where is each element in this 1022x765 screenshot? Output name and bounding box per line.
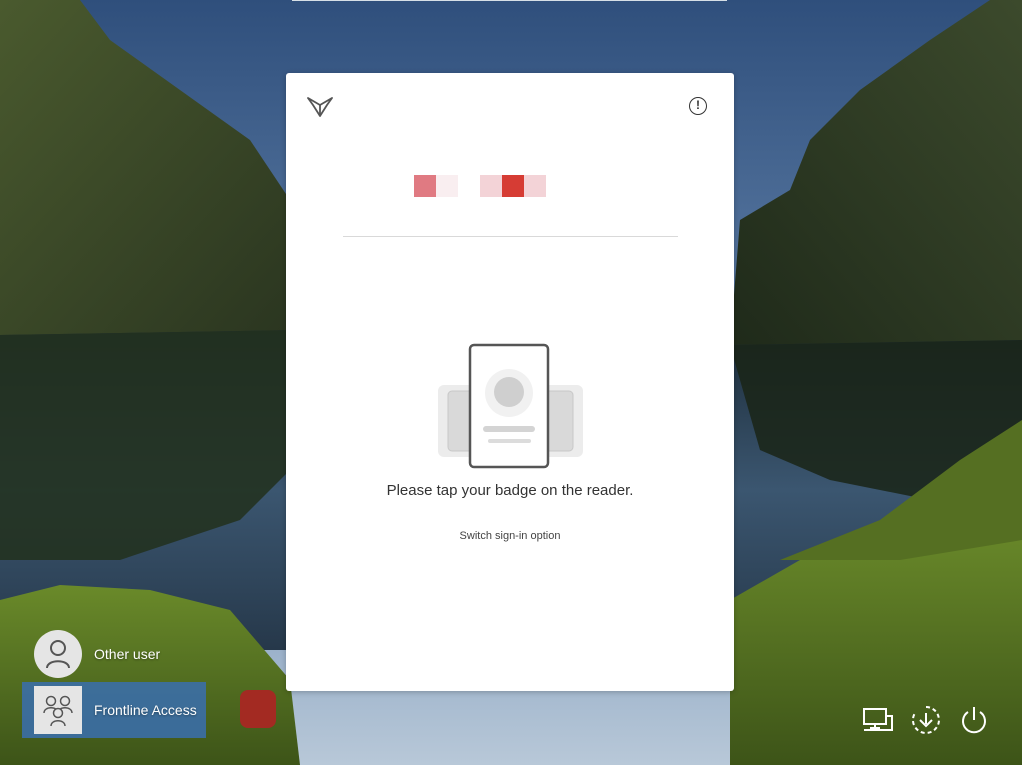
brand-image — [414, 175, 554, 197]
user-tile-frontline-access[interactable]: Frontline Access — [22, 682, 206, 738]
user-tile-other-user[interactable]: Other user — [22, 626, 206, 682]
accessibility-icon[interactable] — [910, 704, 942, 736]
group-avatar-icon — [34, 686, 82, 734]
switch-sign-in-option-link[interactable]: Switch sign-in option — [286, 530, 734, 542]
sign-in-card: ! Please tap your badge on the reader. S… — [286, 73, 734, 691]
brand-logo-icon — [307, 97, 333, 117]
badge-prompt-text: Please tap your badge on the reader. — [386, 482, 634, 499]
info-icon[interactable]: ! — [689, 97, 707, 115]
user-label: Frontline Access — [94, 702, 197, 718]
user-avatar-icon — [34, 630, 82, 678]
user-label: Other user — [94, 646, 161, 662]
divider — [343, 236, 678, 237]
badge-reader-illustration — [438, 343, 583, 469]
network-icon[interactable] — [862, 704, 894, 736]
top-edge-bar — [292, 0, 727, 1]
power-icon[interactable] — [958, 704, 990, 736]
